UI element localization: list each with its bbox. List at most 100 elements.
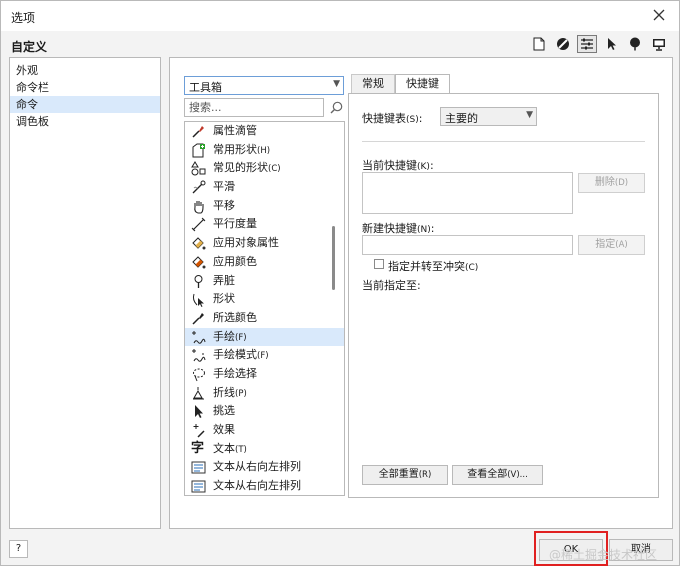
- current-shortcut-colon: :: [429, 159, 434, 172]
- new-shortcut-colon: :: [430, 222, 435, 235]
- command-category-dropdown[interactable]: 工具箱 ▼: [184, 76, 344, 95]
- search-icon: [330, 101, 342, 114]
- tab-shortcut-keys[interactable]: 快捷键: [395, 74, 450, 94]
- reset-all-text: 全部重置: [378, 469, 419, 480]
- list-item[interactable]: 弄脏: [185, 272, 344, 291]
- monitor-button[interactable]: [649, 35, 669, 53]
- shapes-icon: [191, 161, 206, 176]
- view-all-button[interactable]: 查看全部(V)...: [452, 465, 543, 485]
- list-item[interactable]: 文本从右向左排列: [185, 458, 344, 477]
- list-item[interactable]: 属性滴管: [185, 122, 344, 141]
- chevron-down-icon: ▼: [526, 110, 533, 120]
- current-shortcut-box[interactable]: [362, 172, 573, 214]
- tree-item-command-bars[interactable]: 命令栏: [10, 79, 160, 96]
- command-label: 所选颜色: [213, 310, 257, 324]
- list-item[interactable]: 效果: [185, 421, 344, 440]
- assigned-to-label: 当前指定至:: [362, 279, 421, 292]
- command-list: 属性滴管 常用形状(H) 常见的形状(C) 平滑 平移 平行度量 应用对象属性 …: [184, 121, 345, 496]
- shape-node-icon: [192, 294, 204, 308]
- list-item[interactable]: 所选颜色: [185, 309, 344, 328]
- go-to-conflict-label: 指定并转至冲突(C): [388, 258, 478, 274]
- arrow-icon: [195, 405, 203, 419]
- list-item[interactable]: 常见的形状(C): [185, 159, 344, 178]
- list-item[interactable]: 折线(P): [185, 384, 344, 403]
- command-label: 形状: [213, 292, 235, 306]
- command-label: 手绘: [213, 329, 235, 343]
- effects-icon: [193, 424, 205, 438]
- command-label: 效果: [213, 423, 235, 436]
- ball-button[interactable]: [553, 35, 573, 53]
- list-item[interactable]: 文本从右向左排列: [185, 477, 344, 495]
- reset-all-mnemonic: (R): [418, 470, 432, 480]
- close-button[interactable]: [649, 5, 669, 25]
- reset-all-button[interactable]: 全部重置(R): [362, 465, 448, 485]
- command-label: 折线: [213, 385, 235, 399]
- bucket-icon: [192, 237, 206, 250]
- list-item[interactable]: 应用颜色: [185, 253, 344, 272]
- tab-bar: 常规 快捷键: [351, 74, 450, 94]
- command-label: 文本从右向左排列: [213, 479, 301, 493]
- page-button[interactable]: [529, 35, 549, 53]
- list-item[interactable]: 应用对象属性: [185, 234, 344, 253]
- balloon-icon: [630, 37, 640, 51]
- list-item[interactable]: 平滑: [185, 178, 344, 197]
- pointer-button[interactable]: [601, 35, 621, 53]
- list-item[interactable]: 常用形状(H): [185, 141, 344, 160]
- freehand-mode-icon: [192, 349, 206, 363]
- shape-plus-icon: [192, 143, 205, 158]
- delete-mnemonic: (D): [614, 178, 629, 188]
- chevron-down-icon: ▼: [333, 79, 340, 89]
- cancel-button[interactable]: 取消: [609, 539, 673, 561]
- go-to-conflict-text: 指定并转至冲突: [388, 260, 465, 273]
- close-icon: [653, 9, 665, 21]
- balloon-button[interactable]: [625, 35, 645, 53]
- measure-icon: [191, 218, 206, 232]
- tree-item-commands[interactable]: 命令: [10, 96, 160, 113]
- delete-button[interactable]: 删除(D): [578, 173, 645, 193]
- sliders-button[interactable]: [577, 35, 597, 53]
- tree-item-palettes[interactable]: 调色板: [10, 113, 160, 130]
- delete-text: 删除: [594, 177, 615, 188]
- eyedropper-icon: [192, 126, 204, 138]
- assign-button[interactable]: 指定(A): [578, 235, 645, 255]
- category-value: 工具箱: [189, 81, 222, 94]
- command-label: 手绘选择: [213, 366, 257, 380]
- go-to-conflict-mnemonic: (C): [465, 263, 479, 273]
- search-button[interactable]: [327, 98, 345, 117]
- new-shortcut-field[interactable]: [362, 235, 573, 255]
- command-label: 手绘模式: [213, 348, 257, 362]
- list-item[interactable]: 手绘(F): [185, 327, 344, 347]
- help-button[interactable]: ?: [9, 540, 28, 558]
- list-item[interactable]: 平移: [185, 197, 344, 216]
- command-search-input[interactable]: [184, 98, 324, 117]
- page-header: 自定义: [1, 31, 679, 57]
- view-all-mnemonic: (V)...: [507, 470, 528, 480]
- list-item[interactable]: 手绘模式(F): [185, 346, 344, 365]
- tree-item-label: 外观: [16, 64, 38, 77]
- command-label: 文本从右向左排列: [213, 460, 301, 474]
- list-item[interactable]: 字 文本(T): [185, 440, 344, 459]
- page-icon: [533, 37, 545, 51]
- list-item[interactable]: 手绘选择: [185, 365, 344, 384]
- freehand-icon: [192, 330, 206, 344]
- bucket-color-icon: [192, 256, 206, 269]
- go-to-conflict-checkbox[interactable]: [374, 259, 384, 269]
- list-item[interactable]: 平行度量: [185, 215, 344, 234]
- shortcut-table-text: 快捷键表: [362, 112, 406, 125]
- shortcut-table-dropdown[interactable]: 主要的 ▼: [440, 107, 537, 126]
- shortcut-table-value: 主要的: [445, 112, 478, 125]
- dropper-icon: [192, 312, 204, 325]
- assign-mnemonic: (A): [615, 240, 628, 250]
- tab-general[interactable]: 常规: [351, 74, 395, 94]
- polyline-icon: [193, 386, 204, 400]
- ok-button[interactable]: OK: [539, 539, 603, 561]
- current-shortcut-mnemonic: (K): [417, 162, 430, 172]
- list-item[interactable]: 形状: [185, 290, 344, 309]
- command-label: 平行度量: [213, 217, 257, 231]
- command-list-scrollbar[interactable]: [332, 226, 335, 290]
- list-item[interactable]: 挑选: [185, 402, 344, 421]
- tree-item-appearance[interactable]: 外观: [10, 62, 160, 79]
- text-rtl-icon: [191, 480, 206, 493]
- new-shortcut-label: 新建快捷键(N):: [362, 220, 434, 236]
- page-title: 自定义: [11, 40, 48, 54]
